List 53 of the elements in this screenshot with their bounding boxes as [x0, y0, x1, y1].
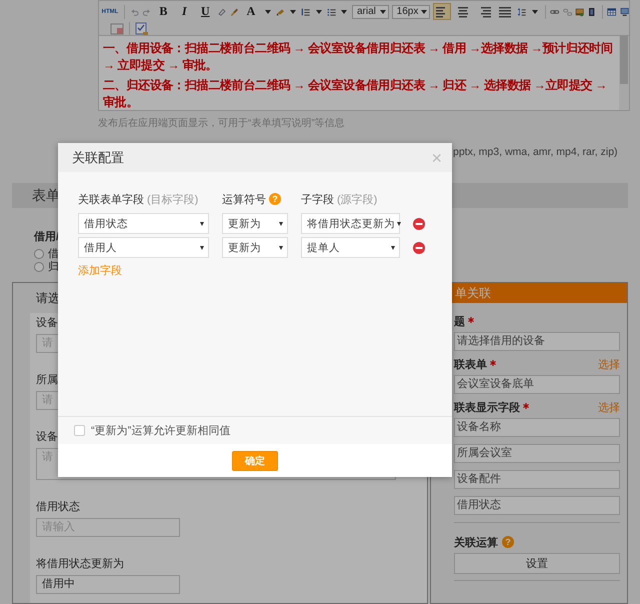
remove-icon[interactable]: [413, 218, 425, 230]
font-select[interactable]: arial: [352, 4, 389, 18]
column-header: 子字段: [301, 192, 334, 206]
input-field[interactable]: 所属会议室: [454, 444, 620, 463]
select-field[interactable]: 借用状态: [78, 213, 209, 234]
radio-label: 归: [48, 260, 59, 274]
select-field[interactable]: 借用人: [78, 237, 209, 258]
font-size: 16px: [396, 6, 418, 17]
column-note: (源字段): [337, 192, 378, 206]
field-label: 借用状态: [36, 500, 80, 514]
remove-icon[interactable]: [413, 242, 425, 254]
file-formats: pptx, mp3, wma, amr, mp4, rar, zip): [453, 146, 618, 158]
column-header: 运算符号: [222, 192, 266, 206]
font-name: arial: [356, 6, 376, 17]
select-field[interactable]: 更新为: [222, 213, 288, 234]
radio-button[interactable]: [34, 262, 44, 272]
editor-paragraph: 一、借用设备：扫描二楼前台二维码 → 会议室设备借用归还表 → 借用 →选择数据 →预计归还时间 → 立即提交 → 审批。: [103, 40, 613, 74]
field-label: 关联运算: [454, 536, 498, 550]
font-color-button[interactable]: A: [242, 3, 260, 20]
input-field[interactable]: 借用状态: [454, 496, 620, 515]
italic-button[interactable]: I: [175, 3, 194, 20]
column-header: 关联表单字段: [78, 192, 144, 206]
input-field[interactable]: 设备配件: [454, 470, 620, 489]
editor-paragraph: 二、归还设备：扫描二楼前台二维码 → 会议室设备借用归还表 → 归还 → 选择数据 →立即提交 → 审批。: [103, 77, 608, 111]
field-label: 将借用状态更新为: [36, 557, 124, 571]
scrollbar[interactable]: [619, 36, 629, 110]
column-note: (目标字段): [147, 192, 198, 206]
section-title: 表单: [32, 186, 60, 204]
radio-button[interactable]: [34, 248, 44, 258]
input-field[interactable]: 借用中: [36, 575, 180, 594]
select-field[interactable]: 更新为: [222, 237, 288, 258]
select-field[interactable]: 将借用状态更新为: [301, 213, 400, 234]
field-label: 联表单: [454, 359, 487, 371]
select-field[interactable]: 提单人: [301, 237, 400, 258]
field-label: 题: [454, 316, 465, 328]
panel-header: 单关联: [455, 286, 491, 300]
underline-button[interactable]: U: [196, 3, 214, 20]
size-select[interactable]: 16px: [392, 4, 430, 18]
field-label: 所属: [36, 373, 58, 387]
input-field[interactable]: 会议室设备底单: [454, 375, 620, 394]
field-label: 联表显示字段: [454, 402, 520, 414]
checkbox-label: “更新为”运算允许更新相同值: [91, 424, 230, 438]
field-label: 设备: [36, 430, 58, 444]
field-label: 设备: [36, 316, 58, 330]
input-field[interactable]: 设备名称: [454, 418, 620, 437]
bold-button[interactable]: B: [154, 3, 172, 20]
dialog-title: 关联配置: [72, 148, 124, 166]
template-icon[interactable]: [135, 22, 149, 36]
radio-label: 借: [48, 247, 59, 261]
checkbox[interactable]: [74, 425, 85, 436]
editor-hint: 发布后在应用端页面显示，可用于“表单填写说明”等信息: [98, 116, 346, 130]
input-field[interactable]: 请选择借用的设备: [454, 332, 620, 351]
settings-button[interactable]: 设置: [454, 553, 620, 574]
